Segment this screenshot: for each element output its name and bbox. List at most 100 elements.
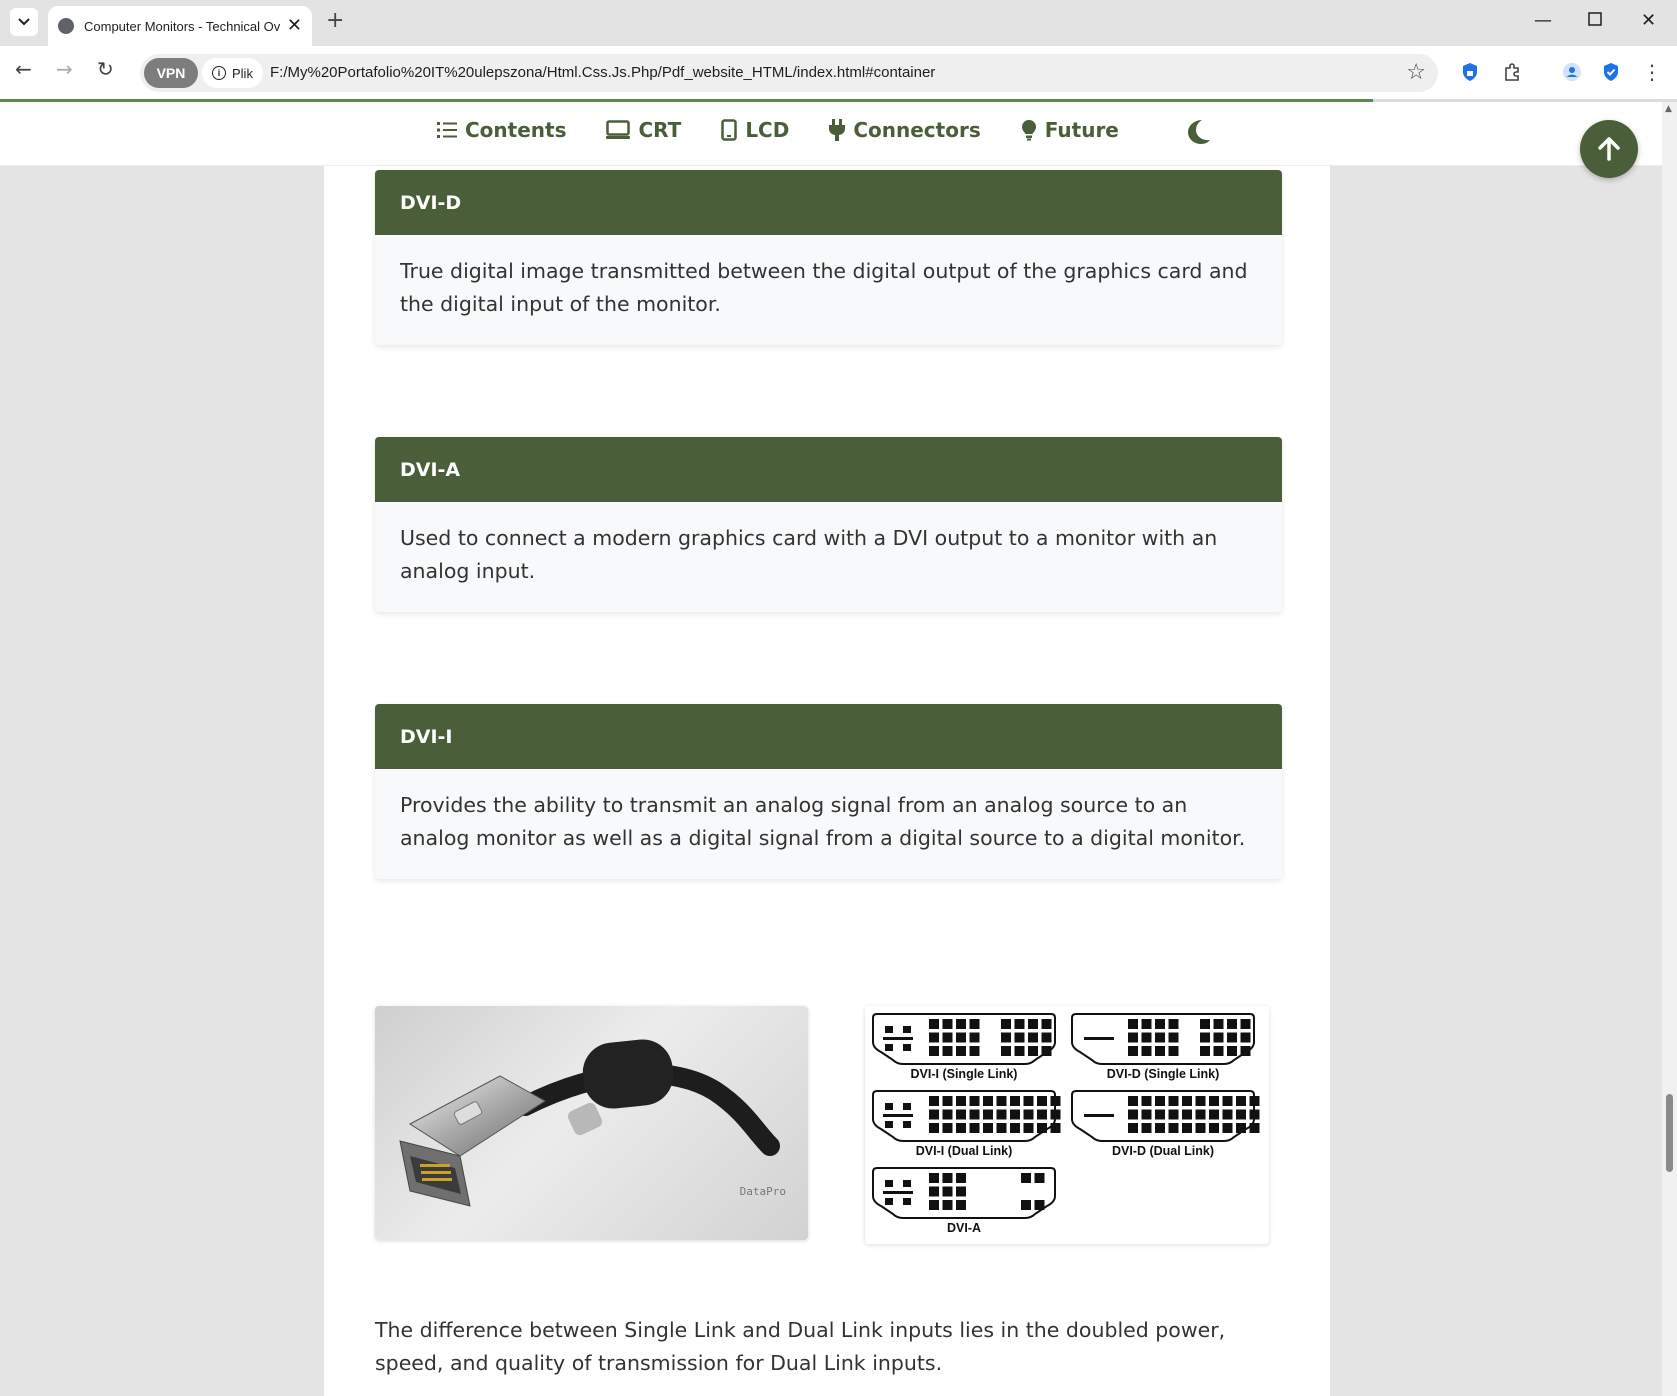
nav-label: Future <box>1044 118 1119 142</box>
digital-pin <box>929 1186 939 1197</box>
digital-pin <box>1037 1123 1047 1133</box>
url-text[interactable]: F:/My%20Portafolio%20IT%20ulepszona/Html… <box>270 64 935 81</box>
shield-check-icon[interactable] <box>1599 60 1623 84</box>
back-icon[interactable]: ← <box>15 59 32 79</box>
digital-pin <box>1209 1123 1219 1133</box>
connector-card-dvi-i: DVI-I Provides the ability to transmit a… <box>375 704 1282 879</box>
nav-label: CRT <box>638 118 682 142</box>
digital-pin <box>1236 1109 1246 1120</box>
active-tab[interactable]: Computer Monitors - Technical Ov ✕ <box>48 6 312 46</box>
digital-pin <box>1128 1032 1138 1043</box>
digital-pin <box>1001 1019 1011 1029</box>
digital-pin <box>1034 1173 1045 1183</box>
main-container: DVI-D True digital image transmitted bet… <box>324 102 1330 1396</box>
minimize-icon[interactable]: — <box>1534 10 1552 31</box>
tab-title: Computer Monitors - Technical Ov <box>84 18 280 34</box>
connector-label: DVI-A <box>947 1221 981 1235</box>
nav-label: LCD <box>745 118 790 142</box>
digital-pin <box>1155 1019 1165 1029</box>
nav-link-contents[interactable]: Contents <box>437 118 566 142</box>
digital-pin <box>1213 1046 1224 1056</box>
digital-pin <box>969 1123 980 1133</box>
digital-pin <box>969 1032 980 1043</box>
digital-pin <box>1249 1096 1260 1106</box>
link-difference-paragraph: The difference between Single Link and D… <box>375 1318 1226 1375</box>
digital-pin <box>942 1186 953 1197</box>
digital-pin <box>929 1032 939 1043</box>
digital-pin <box>1155 1109 1165 1120</box>
nav-link-connectors[interactable]: Connectors <box>829 118 981 142</box>
card-title: DVI-D <box>375 170 1282 235</box>
digital-pin <box>956 1123 966 1133</box>
digital-pin <box>929 1123 939 1133</box>
tab-list-button[interactable] <box>10 8 38 36</box>
analog-pin <box>885 1180 893 1187</box>
monitor-icon <box>606 120 631 139</box>
digital-pin <box>1050 1096 1061 1106</box>
scroll-up-arrow-icon[interactable]: ▲ <box>1665 104 1672 114</box>
tablet-icon <box>721 119 738 141</box>
star-icon[interactable]: ☆ <box>1406 60 1426 85</box>
connector-label: DVI-I (Dual Link) <box>916 1144 1013 1158</box>
address-bar[interactable]: VPN i Plik F:/My%20Portafolio%20IT%20ule… <box>140 54 1438 92</box>
forward-icon[interactable]: → <box>56 59 73 79</box>
page-scrollbar[interactable]: ▲ <box>1662 102 1677 1396</box>
analog-blade <box>883 1037 913 1040</box>
dvi-cable-photo: DataPro <box>375 1006 808 1240</box>
profile-icon[interactable] <box>1560 60 1584 84</box>
moon-icon[interactable] <box>1186 118 1212 146</box>
digital-pin <box>1200 1046 1210 1056</box>
puzzle-icon[interactable] <box>1500 60 1524 84</box>
digital-pin <box>1028 1046 1038 1056</box>
digital-pin <box>929 1096 939 1106</box>
digital-pin <box>1037 1096 1047 1106</box>
analog-blade <box>883 1191 913 1194</box>
card-title: DVI-I <box>375 704 1282 769</box>
digital-pin <box>1240 1019 1251 1029</box>
maximize-icon[interactable] <box>1588 10 1602 31</box>
digital-pin <box>969 1096 980 1106</box>
digital-pin <box>1128 1019 1138 1029</box>
close-icon[interactable]: ✕ <box>287 17 302 35</box>
digital-pin <box>1213 1032 1224 1043</box>
digital-pin <box>1141 1019 1152 1029</box>
analog-blade <box>883 1114 913 1117</box>
digital-pin <box>1240 1046 1251 1056</box>
site-info-button[interactable]: i Plik <box>202 58 263 88</box>
digital-pin <box>1168 1123 1179 1133</box>
digital-pin <box>1023 1109 1034 1120</box>
close-window-icon[interactable]: ✕ <box>1641 10 1656 31</box>
digital-pin <box>1195 1109 1206 1120</box>
more-icon[interactable]: ⋮ <box>1640 60 1664 84</box>
analog-pin <box>885 1198 893 1205</box>
digital-pin <box>1023 1096 1034 1106</box>
connector-label: DVI-D (Dual Link) <box>1112 1144 1214 1158</box>
vpn-button[interactable]: VPN <box>144 58 198 88</box>
nav-link-future[interactable]: Future <box>1021 118 1119 142</box>
nav-link-crt[interactable]: CRT <box>606 118 681 142</box>
digital-pin <box>929 1200 939 1210</box>
digital-pin <box>1041 1019 1052 1029</box>
shield-lock-icon[interactable] <box>1458 60 1482 84</box>
digital-pin <box>942 1032 953 1043</box>
arrow-up-icon <box>1598 137 1620 161</box>
analog-pin <box>885 1026 893 1033</box>
digital-pin <box>1141 1109 1152 1120</box>
plus-icon[interactable]: + <box>326 10 344 32</box>
analog-pin <box>903 1121 911 1128</box>
scroll-thumb[interactable] <box>1666 1094 1673 1172</box>
digital-pin <box>1182 1123 1192 1133</box>
digital-pin <box>1021 1200 1031 1210</box>
digital-pin <box>1195 1096 1206 1106</box>
scroll-to-top-button[interactable] <box>1580 120 1638 178</box>
digital-pin <box>969 1046 980 1056</box>
nav-link-lcd[interactable]: LCD <box>721 118 789 142</box>
digital-pin <box>1050 1109 1061 1120</box>
digital-pin <box>956 1032 966 1043</box>
reload-icon[interactable]: ↻ <box>97 59 114 79</box>
digital-pin <box>1195 1123 1206 1133</box>
digital-pin <box>1128 1109 1138 1120</box>
digital-pin <box>956 1109 966 1120</box>
digital-pin <box>1155 1046 1165 1056</box>
digital-pin <box>1141 1123 1152 1133</box>
